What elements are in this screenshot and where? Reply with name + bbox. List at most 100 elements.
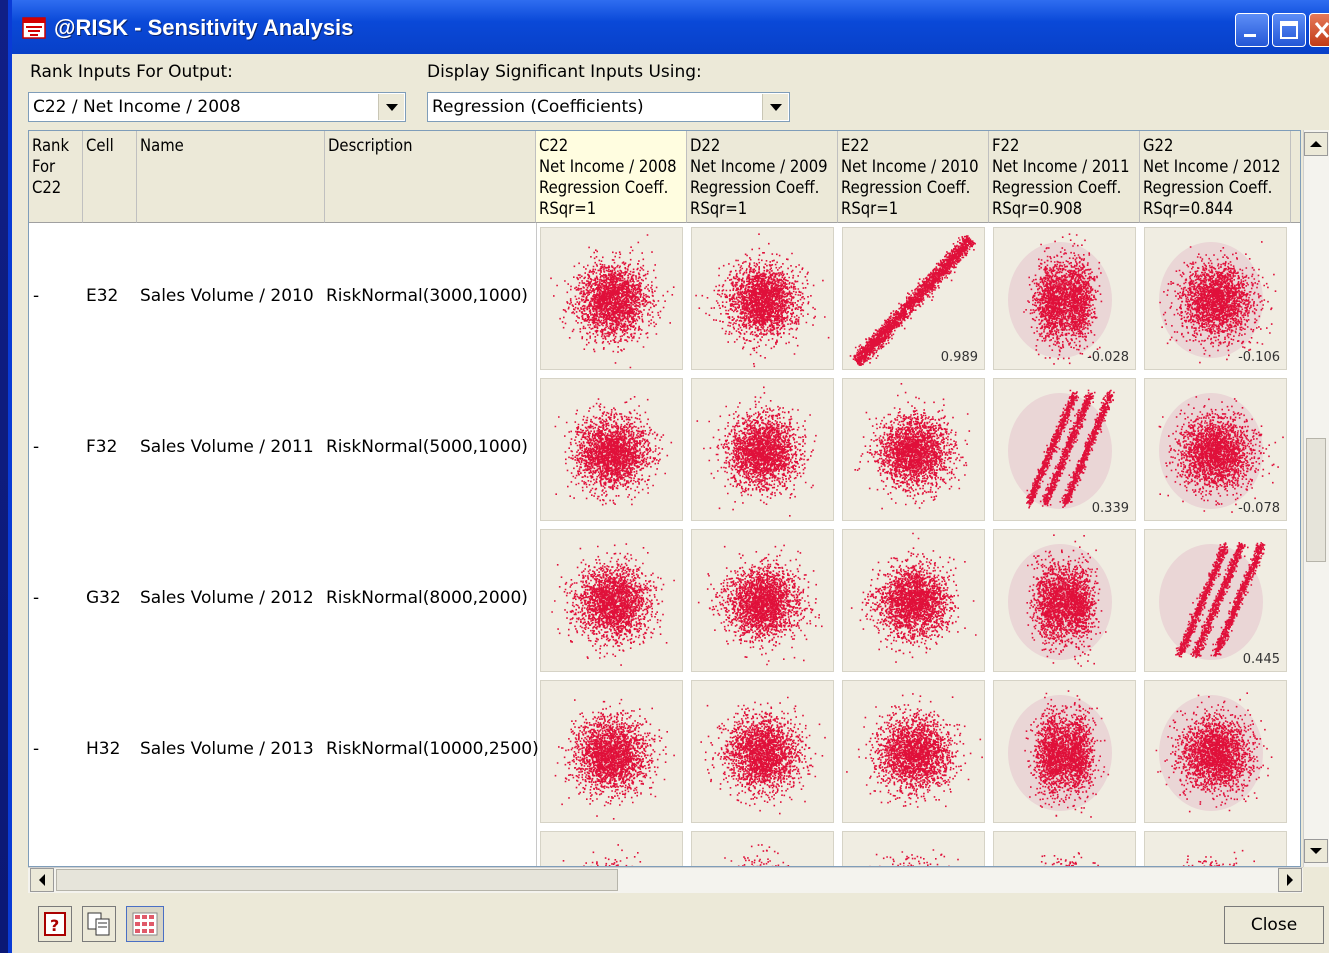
header-rank-line1: Rank <box>32 136 70 155</box>
row-cell: H32 <box>86 739 121 759</box>
scatter-plot-canvas <box>554 396 673 506</box>
scatter-points <box>724 844 790 866</box>
scatter-plot[interactable] <box>540 378 683 521</box>
scatter-plot-canvas <box>697 544 823 666</box>
vertical-scroll-thumb[interactable] <box>1306 438 1326 562</box>
header-name-label: Name <box>140 136 184 155</box>
scatter-plot-partial[interactable] <box>1144 831 1287 866</box>
vertical-scrollbar[interactable] <box>1303 130 1329 867</box>
header-output-d22[interactable]: D22 Net Income / 2009 Regression Coeff. RSq… <box>687 131 838 223</box>
scroll-up-button[interactable] <box>1304 132 1328 156</box>
scatter-plot[interactable] <box>540 680 683 823</box>
maximize-button[interactable] <box>1272 13 1306 47</box>
arrow-up-icon <box>1310 141 1322 147</box>
scatter-plot[interactable] <box>842 378 985 521</box>
minimize-button[interactable] <box>1235 13 1269 47</box>
scatter-plot-canvas <box>562 844 642 866</box>
header-output-rsqr: RSqr=1 <box>690 199 748 218</box>
scatter-plot-partial[interactable] <box>540 831 683 866</box>
display-method-select[interactable]: Regression (Coefficients) <box>427 92 790 122</box>
header-output-stat: Regression Coeff. <box>1143 178 1273 197</box>
scroll-left-button[interactable] <box>30 868 54 892</box>
scatter-plot[interactable] <box>1144 680 1287 823</box>
scatter-plot[interactable]: 0.339 <box>993 378 1136 521</box>
header-output-c22[interactable]: C22 Net Income / 2008 Regression Coeff. RSq… <box>536 131 687 223</box>
scatter-plot[interactable] <box>993 680 1136 823</box>
scatter-plot-canvas <box>1159 241 1277 364</box>
copy-button[interactable] <box>82 906 116 942</box>
scatter-plot[interactable] <box>993 529 1136 672</box>
scatter-plot-canvas <box>869 849 959 866</box>
scatter-plot-canvas <box>849 235 976 366</box>
scatter-plot[interactable]: -0.106 <box>1144 227 1287 370</box>
scatter-plot[interactable] <box>691 378 834 521</box>
horizontal-scroll-thumb[interactable] <box>56 869 618 891</box>
row-cell: E32 <box>86 286 119 306</box>
scroll-right-button[interactable] <box>1278 868 1302 892</box>
scatter-plot-canvas <box>554 698 675 820</box>
scatter-shadow <box>1159 544 1263 660</box>
scatter-plot[interactable] <box>540 227 683 370</box>
header-output-cell: F22 <box>992 136 1020 155</box>
row-rank: - <box>33 588 40 608</box>
header-output-name: Net Income / 2010 <box>841 157 979 176</box>
scatter-plot[interactable] <box>691 227 834 370</box>
chevron-down-icon[interactable] <box>762 94 788 120</box>
header-output-rsqr: RSqr=0.844 <box>1143 199 1234 218</box>
scroll-down-button[interactable] <box>1304 839 1328 863</box>
horizontal-scrollbar[interactable] <box>28 867 1303 893</box>
header-output-cell: C22 <box>539 136 569 155</box>
scatter-plot[interactable]: 0.989 <box>842 227 985 370</box>
row-description: RiskNormal(3000,1000) <box>326 286 528 306</box>
title-bar[interactable]: @RISK - Sensitivity Analysis <box>12 0 1329 54</box>
scatter-shadow <box>1008 393 1112 509</box>
scatter-plot-canvas <box>696 386 817 517</box>
row-name: Sales Volume / 2013 <box>140 739 314 759</box>
header-output-f22[interactable]: F22 Net Income / 2011 Regression Coeff. RSq… <box>989 131 1140 223</box>
row-name: Sales Volume / 2012 <box>140 588 314 608</box>
scatter-plot-partial[interactable] <box>993 831 1136 866</box>
rank-output-select[interactable]: C22 / Net Income / 2008 <box>28 92 406 122</box>
close-window-button[interactable] <box>1309 13 1329 47</box>
sensitivity-grid: Rank For C22 Cell Name Description C22 Ne… <box>28 130 1301 867</box>
scatter-plot[interactable] <box>691 529 834 672</box>
scatter-plot[interactable] <box>540 529 683 672</box>
scatter-plot[interactable]: 0.445 <box>1144 529 1287 672</box>
scatter-plot-canvas <box>700 696 826 815</box>
header-name[interactable]: Name <box>137 131 325 223</box>
scatter-plot[interactable] <box>691 680 834 823</box>
header-description[interactable]: Description <box>325 131 536 223</box>
table-row[interactable] <box>29 827 536 866</box>
regression-coefficient: -0.028 <box>1087 350 1129 365</box>
scatter-plot-canvas <box>846 693 983 808</box>
scatter-points <box>696 386 817 517</box>
close-button[interactable]: Close <box>1224 906 1324 944</box>
header-cell[interactable]: Cell <box>83 131 137 223</box>
matrix-view-button[interactable] <box>126 906 164 942</box>
header-output-rsqr: RSqr=0.908 <box>992 199 1083 218</box>
scatter-plot-canvas <box>1008 690 1112 818</box>
display-method-value: Regression (Coefficients) <box>432 97 644 117</box>
header-rank-line3: C22 <box>32 178 62 197</box>
arrow-left-icon <box>39 874 45 886</box>
row-rank: - <box>33 739 40 759</box>
scatter-plot[interactable] <box>842 529 985 672</box>
window-title: @RISK - Sensitivity Analysis <box>54 15 354 40</box>
arrow-right-icon <box>1287 874 1293 886</box>
help-button[interactable]: ? <box>38 906 72 942</box>
scatter-plot[interactable] <box>842 680 985 823</box>
header-output-rsqr: RSqr=1 <box>539 199 597 218</box>
header-output-g22[interactable]: G22 Net Income / 2012 Regression Coeff. RSq… <box>1140 131 1291 223</box>
header-output-stat: Regression Coeff. <box>841 178 971 197</box>
header-output-e22[interactable]: E22 Net Income / 2010 Regression Coeff. RSq… <box>838 131 989 223</box>
header-output-stat: Regression Coeff. <box>539 178 669 197</box>
scatter-plot-partial[interactable] <box>691 831 834 866</box>
rank-output-value: C22 / Net Income / 2008 <box>33 97 241 117</box>
scatter-plot[interactable]: -0.078 <box>1144 378 1287 521</box>
scatter-plot-canvas <box>1158 393 1284 513</box>
scatter-plot[interactable]: -0.028 <box>993 227 1136 370</box>
chevron-down-icon[interactable] <box>378 94 404 120</box>
scatter-plot-canvas <box>854 383 971 510</box>
header-rank[interactable]: Rank For C22 <box>29 131 83 223</box>
scatter-plot-partial[interactable] <box>842 831 985 866</box>
